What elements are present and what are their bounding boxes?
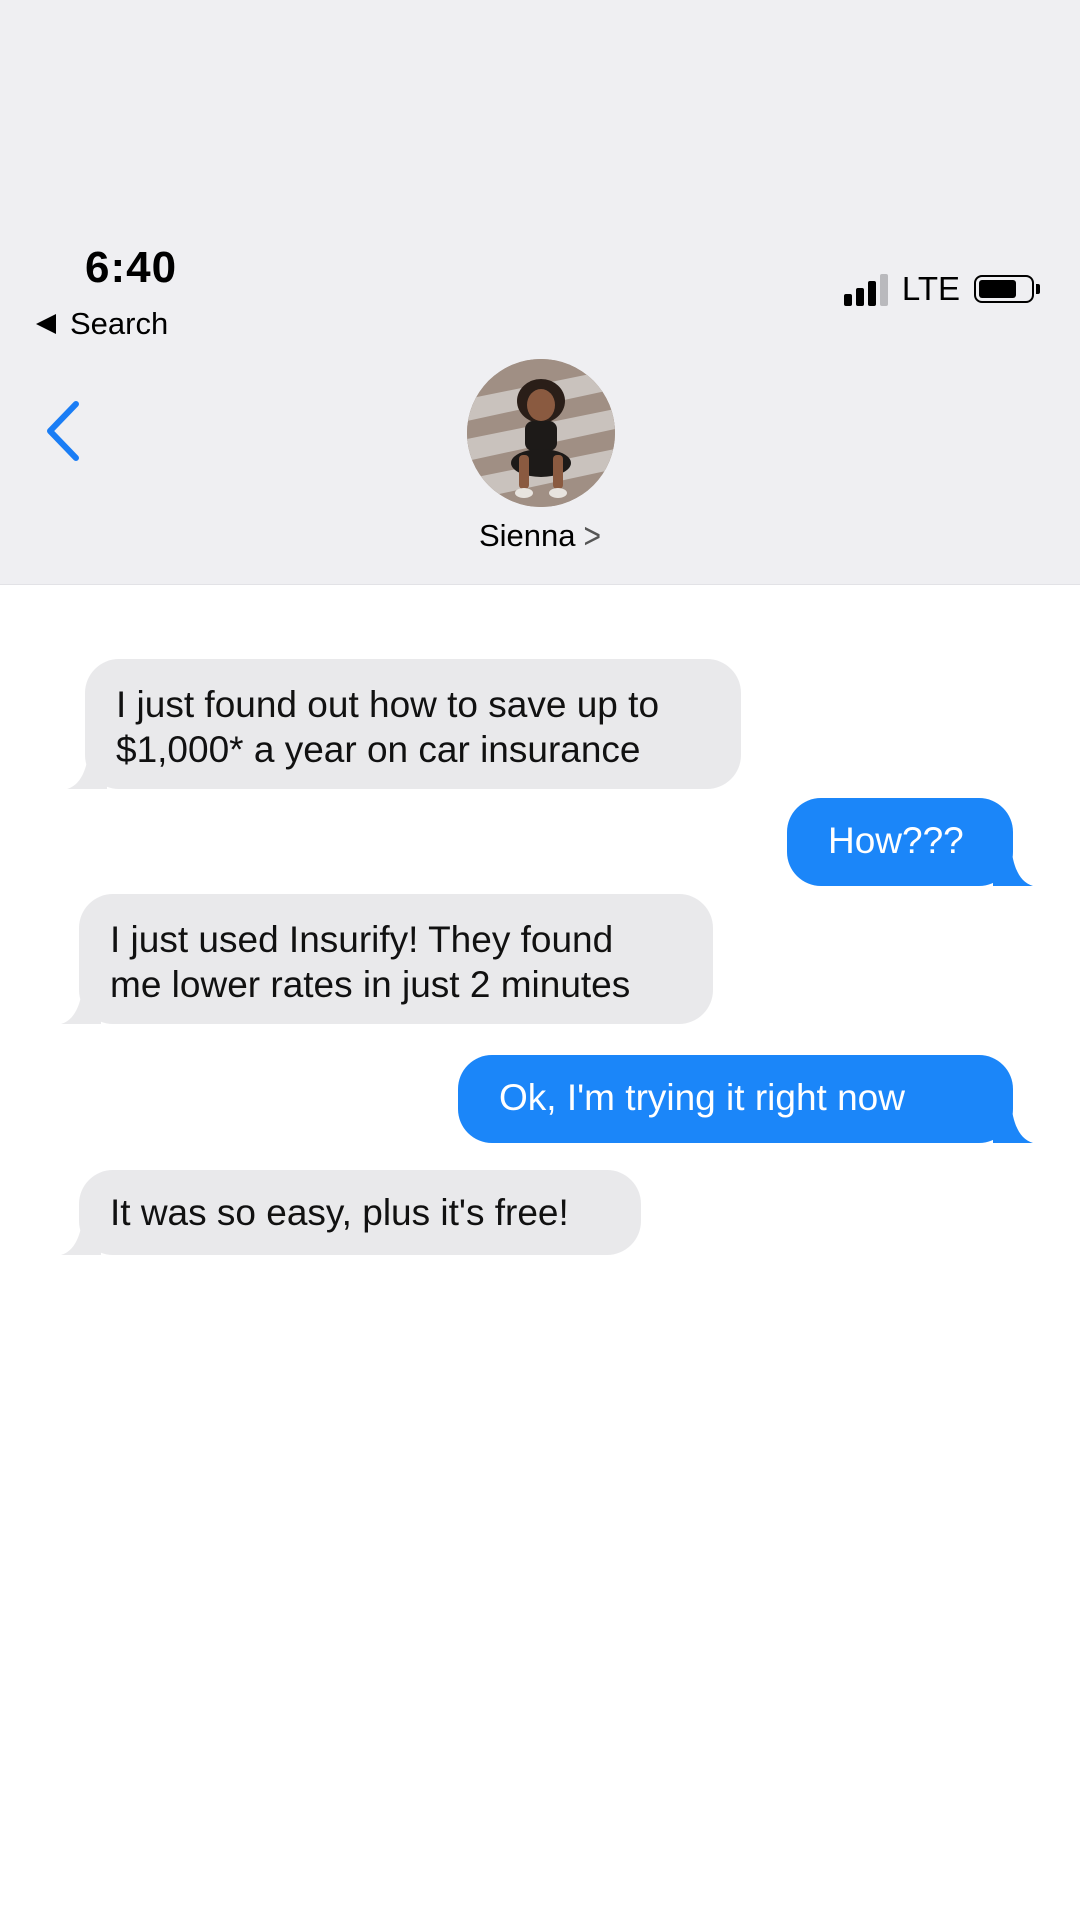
contact-name-button[interactable]: Sienna >: [0, 517, 1080, 557]
message-bubble-incoming[interactable]: It was so easy, plus it's free!: [61, 1170, 641, 1255]
network-type-label: LTE: [901, 270, 960, 307]
message-line: It was so easy, plus it's free!: [110, 1192, 569, 1233]
chevron-left-icon[interactable]: [42, 398, 86, 464]
message-line: I just used Insurify! They found: [110, 919, 614, 960]
status-indicators: LTE: [843, 270, 1040, 308]
contact-name-label: Sienna: [478, 518, 576, 553]
message-line: Ok, I'm trying it right now: [499, 1077, 905, 1118]
message-line: How???: [828, 820, 964, 861]
message-bubble-outgoing[interactable]: Ok, I'm trying it right now: [458, 1055, 1033, 1143]
conversation-header: 6:40 Search LTE Sienna >: [0, 0, 1080, 585]
bubble-tail-icon: [67, 749, 107, 789]
message-bubble-incoming[interactable]: I just found out how to save up to $1,00…: [67, 659, 741, 789]
message-line: I just found out how to save up to: [116, 684, 660, 725]
message-line: me lower rates in just 2 minutes: [110, 964, 631, 1005]
back-app-label: Search: [70, 306, 169, 341]
contact-photo-icon: [467, 359, 615, 507]
message-bubble-incoming[interactable]: I just used Insurify! They found me lowe…: [61, 894, 713, 1024]
cellular-signal-icon: [843, 272, 888, 306]
message-line: $1,000* a year on car insurance: [116, 729, 641, 770]
contact-avatar[interactable]: [467, 359, 615, 507]
message-bubble-outgoing[interactable]: How???: [787, 798, 1033, 886]
back-to-app-link[interactable]: Search: [36, 306, 168, 342]
back-triangle-icon: [36, 314, 56, 334]
bubble-tail-icon: [993, 846, 1033, 886]
status-time: 6:40: [85, 243, 178, 292]
battery-icon: [974, 275, 1040, 303]
bubble-tail-icon: [61, 984, 101, 1024]
bubble-tail-icon: [61, 1215, 101, 1255]
bubble-tail-icon: [993, 1103, 1033, 1143]
chevron-right-icon: >: [583, 516, 602, 557]
